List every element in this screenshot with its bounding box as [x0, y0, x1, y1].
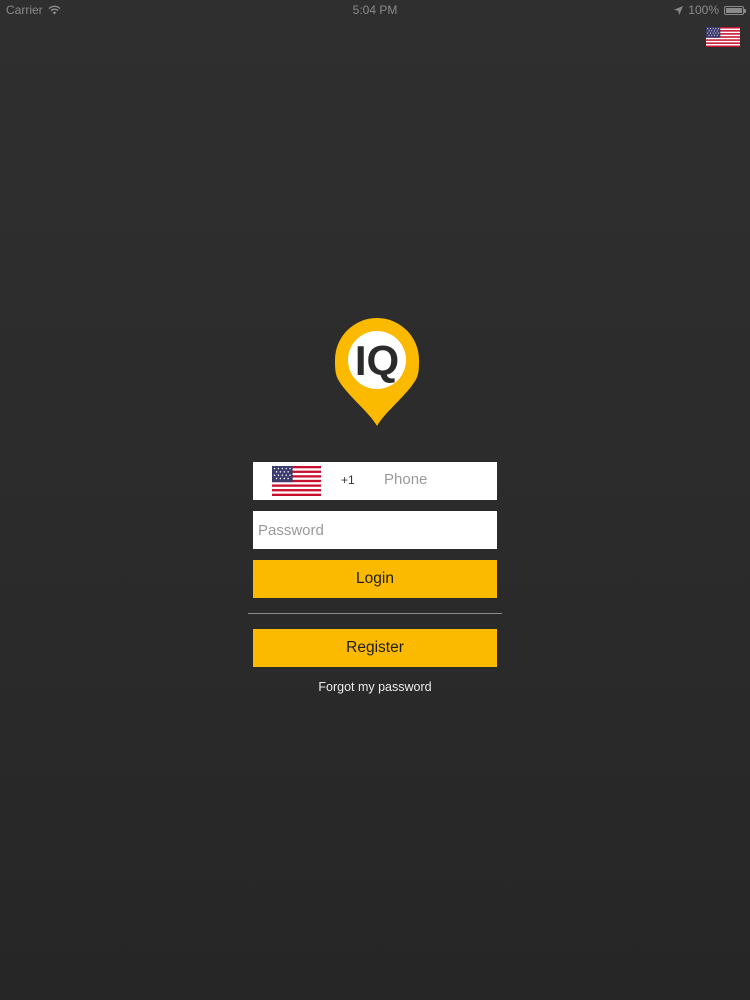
location-arrow-icon [674, 5, 684, 15]
forgot-password-link[interactable]: Forgot my password [253, 680, 497, 694]
register-button[interactable]: Register [253, 629, 497, 667]
language-flag-icon[interactable] [706, 27, 740, 47]
country-flag-icon[interactable] [272, 466, 321, 496]
register-button-label: Register [346, 639, 404, 656]
status-right-group: 100% [674, 3, 746, 17]
app-logo: IQ [335, 318, 419, 426]
login-button[interactable]: Login [253, 560, 497, 598]
battery-icon [724, 5, 746, 15]
phone-field[interactable]: +1 Phone [253, 462, 497, 500]
divider [248, 613, 502, 614]
login-button-label: Login [356, 570, 394, 587]
battery-fill [726, 7, 742, 13]
logo-text: IQ [355, 337, 399, 384]
phone-input-placeholder[interactable]: Phone [384, 471, 427, 488]
battery-percentage: 100% [688, 3, 719, 17]
status-bar: Carrier 5:04 PM 100% [0, 0, 750, 20]
country-code[interactable]: +1 [341, 473, 355, 487]
password-input-placeholder[interactable]: Password [258, 522, 324, 539]
password-field[interactable]: Password [253, 511, 497, 549]
login-form: +1 Phone Password Login [253, 462, 497, 598]
status-time: 5:04 PM [352, 3, 398, 17]
